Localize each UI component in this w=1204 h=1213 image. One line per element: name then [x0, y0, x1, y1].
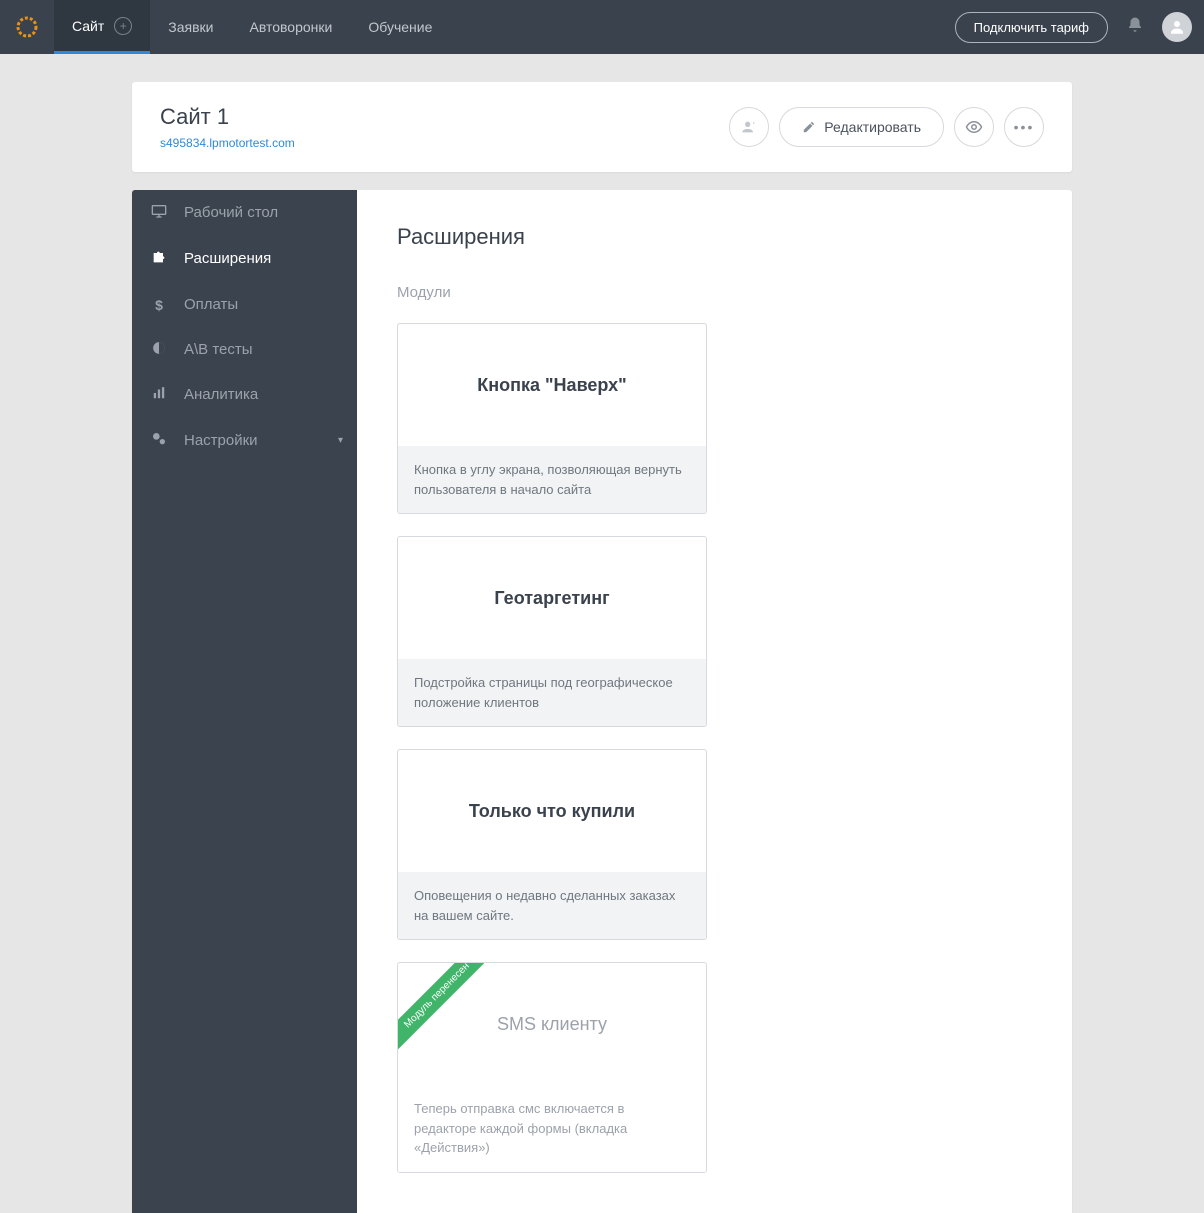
eye-icon — [965, 118, 983, 136]
add-site-icon[interactable]: + — [114, 17, 132, 35]
nav-label: Сайт — [72, 18, 104, 34]
module-card-sms-client[interactable]: Модуль перенесен SMS клиенту Теперь отпр… — [397, 962, 707, 1173]
more-button[interactable]: ••• — [1004, 107, 1044, 147]
sidebar-item-analytics[interactable]: Аналитика — [132, 372, 357, 417]
chevron-down-icon: ▾ — [338, 435, 343, 446]
site-url-link[interactable]: s495834.lpmotortest.com — [160, 136, 295, 150]
sidebar-item-abtests[interactable]: A\B тесты — [132, 327, 357, 372]
connect-tariff-button[interactable]: Подключить тариф — [955, 12, 1108, 43]
top-navigation: Сайт + Заявки Автоворонки Обучение Подкл… — [0, 0, 1204, 54]
nav-tab-autofunnels[interactable]: Автоворонки — [232, 0, 351, 54]
nav-tab-learning[interactable]: Обучение — [350, 0, 450, 54]
section-label: Модули — [397, 284, 1032, 301]
desktop-icon — [150, 204, 168, 221]
user-avatar[interactable] — [1162, 12, 1192, 42]
sidebar: Рабочий стол Расширения $ Оплаты A\B тес… — [132, 190, 357, 1213]
notifications-icon[interactable] — [1126, 16, 1144, 39]
site-title: Сайт 1 — [160, 104, 295, 130]
module-card-recent-purchase[interactable]: Только что купили Оповещения о недавно с… — [397, 749, 707, 940]
sidebar-item-extensions[interactable]: Расширения — [132, 235, 357, 282]
sidebar-item-settings[interactable]: Настройки ▾ — [132, 417, 357, 464]
puzzle-icon — [150, 249, 168, 268]
module-card-top-button[interactable]: Кнопка "Наверх" Кнопка в углу экрана, по… — [397, 323, 707, 514]
sidebar-item-payments[interactable]: $ Оплаты — [132, 282, 357, 327]
gear-icon — [15, 15, 39, 39]
contrast-icon — [150, 341, 168, 358]
site-header-panel: Сайт 1 s495834.lpmotortest.com Редактиро… — [132, 82, 1072, 172]
cogs-icon — [150, 431, 168, 450]
nav-tab-site[interactable]: Сайт + — [54, 0, 150, 54]
nav-tab-requests[interactable]: Заявки — [150, 0, 231, 54]
main-content: Расширения Модули Кнопка "Наверх" Кнопка… — [357, 190, 1072, 1213]
logo[interactable] — [0, 0, 54, 54]
dots-icon: ••• — [1014, 119, 1035, 135]
preview-button[interactable] — [954, 107, 994, 147]
edit-button[interactable]: Редактировать — [779, 107, 944, 147]
add-user-button[interactable] — [729, 107, 769, 147]
chart-icon — [150, 386, 168, 403]
sidebar-item-dashboard[interactable]: Рабочий стол — [132, 190, 357, 235]
page-title: Расширения — [397, 224, 1032, 250]
dollar-icon: $ — [150, 297, 168, 313]
module-card-geotargeting[interactable]: Геотаргетинг Подстройка страницы под гео… — [397, 536, 707, 727]
pencil-icon — [802, 120, 816, 134]
